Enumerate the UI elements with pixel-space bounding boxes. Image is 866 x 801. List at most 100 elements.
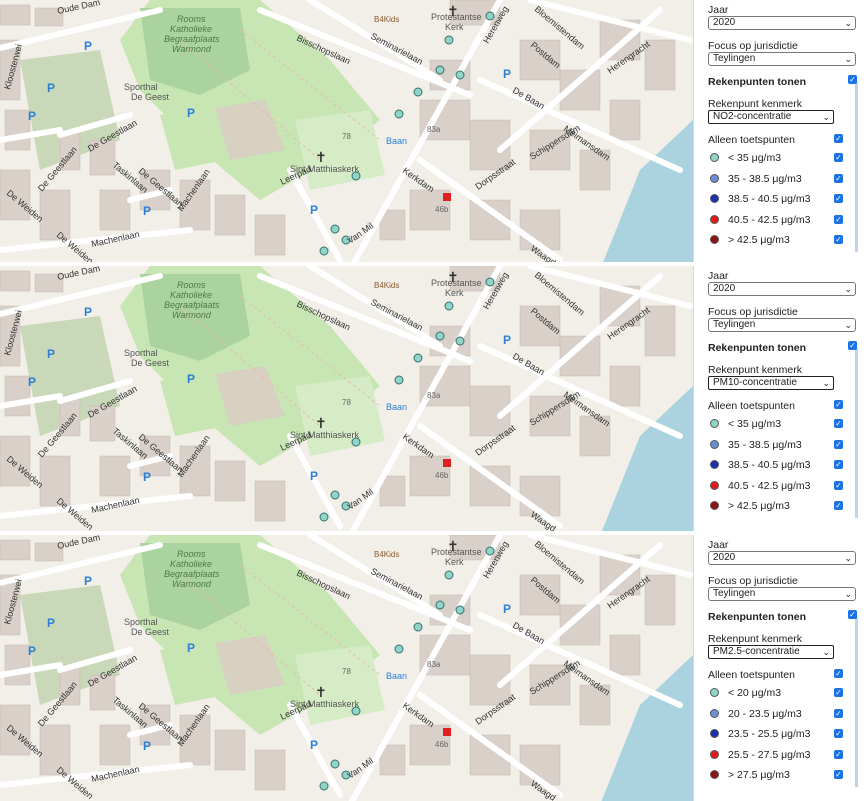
legend-checkbox-2[interactable]: ✓	[834, 708, 843, 718]
legend-swatch-4	[710, 214, 719, 224]
map-label-begraafplaats: Begraafplaats	[164, 34, 220, 44]
pharmacy-icon	[443, 193, 451, 201]
chevron-down-icon: ⌄	[844, 320, 852, 330]
map-view[interactable]: PPP PPP P ✝ ✝ Oude Dam Rooms Katholieke B…	[0, 0, 693, 262]
chevron-down-icon: ⌄	[844, 284, 852, 294]
map-label-num-46b: 46b	[435, 205, 449, 214]
map-view[interactable]: PPP PPP P ✝ ✝ Oude Dam Rooms Katholieke B…	[0, 266, 693, 531]
svg-text:P: P	[28, 375, 36, 389]
settings-panel: Jaar 2020 ⌄ Focus op jurisdictie Teylinge…	[693, 0, 866, 262]
legend-checkbox-3[interactable]: ✓	[834, 460, 843, 469]
map-label-warmond: Warmond	[172, 44, 212, 54]
map-label-warmond: Warmond	[172, 579, 212, 589]
legend-checkbox-5[interactable]: ✓	[834, 235, 843, 244]
scroll-indicator	[855, 82, 858, 252]
kenmerk-select[interactable]: NO2-concentratie ⌄	[708, 110, 834, 124]
focus-select[interactable]: Teylingen ⌄	[708, 318, 856, 332]
svg-text:P: P	[503, 67, 511, 81]
kenmerk-select[interactable]: PM10-concentratie ⌄	[708, 376, 834, 390]
map-label-katholieke: Katholieke	[170, 24, 212, 34]
svg-text:P: P	[84, 574, 92, 588]
legend-swatch-5	[710, 235, 719, 244]
legend-checkbox-4[interactable]: ✓	[834, 749, 843, 759]
jaar-select[interactable]: 2020 ⌄	[708, 551, 856, 565]
legend-checkbox-5[interactable]: ✓	[834, 501, 843, 510]
screen-panel-3: PPP PPP P ✝ ✝ Oude Dam Rooms Katholieke B…	[0, 535, 866, 801]
toetspunten-checkbox[interactable]: ✓	[834, 134, 843, 143]
legend-checkbox-4[interactable]: ✓	[834, 214, 843, 224]
chevron-down-icon: ⌄	[822, 112, 830, 122]
map-label-num-83a: 83a	[427, 660, 441, 669]
legend-checkbox-5[interactable]: ✓	[834, 770, 843, 779]
legend-swatch-3	[710, 460, 719, 469]
map-label-warmond: Warmond	[172, 310, 212, 320]
legend-swatch-3	[710, 729, 719, 738]
map-view[interactable]: PPP PPP P ✝ ✝ Oude Dam Rooms Katholieke B…	[0, 535, 693, 801]
svg-text:P: P	[143, 739, 151, 753]
legend-swatch-2	[710, 439, 719, 449]
map-label-katholieke: Katholieke	[170, 559, 212, 569]
screen-panel-2: PPP PPP P ✝ ✝ Oude Dam Rooms Katholieke B…	[0, 266, 866, 531]
legend-checkbox-1[interactable]: ✓	[834, 419, 843, 428]
map-label-baan: Baan	[386, 402, 407, 412]
toetspunten-label: Alleen toetspunten	[708, 669, 795, 681]
toetspunten-checkbox[interactable]: ✓	[834, 669, 843, 678]
legend-swatch-5	[710, 770, 719, 779]
map-label-protestantse: Protestantse	[431, 547, 482, 557]
map-label-de-geest: De Geest	[131, 92, 170, 102]
rekenpunten-checkbox[interactable]: ✓	[848, 341, 857, 350]
map-canvas[interactable]: PPP P PP P ✝✝ Oude Dam Rooms Katholieke B…	[0, 0, 693, 262]
svg-text:P: P	[84, 39, 92, 53]
legend-swatch-2	[710, 708, 719, 718]
scroll-indicator	[855, 617, 858, 787]
legend-label-1: < 35 μg/m3	[728, 418, 782, 430]
toetspunten-label: Alleen toetspunten	[708, 400, 795, 412]
map-label-de-geest: De Geest	[131, 627, 170, 637]
screen-panel-1: PPP PPP P ✝ ✝ Oude Dam Rooms Katholieke B…	[0, 0, 866, 262]
kenmerk-label: Rekenpunt kenmerk	[708, 364, 802, 376]
legend-checkbox-3[interactable]: ✓	[834, 729, 843, 738]
map-label-num-83a: 83a	[427, 391, 441, 400]
kenmerk-label: Rekenpunt kenmerk	[708, 633, 802, 645]
legend-swatch-5	[710, 501, 719, 510]
settings-panel: Jaar 2020 ⌄ Focus op jurisdictie Teylinge…	[693, 266, 866, 531]
legend-label-2: 35 - 38.5 μg/m3	[728, 438, 802, 451]
focus-select[interactable]: Teylingen ⌄	[708, 587, 856, 601]
legend-checkbox-2[interactable]: ✓	[834, 439, 843, 449]
legend-label-4: 40.5 - 42.5 μg/m3	[728, 479, 811, 492]
legend-checkbox-1[interactable]: ✓	[834, 153, 843, 162]
legend-label-5: > 42.5 μg/m3	[728, 234, 790, 246]
jaar-select[interactable]: 2020 ⌄	[708, 16, 856, 30]
legend-checkbox-2[interactable]: ✓	[834, 173, 843, 183]
map-label-rooms: Rooms	[177, 280, 206, 290]
map-label-sporthal: Sporthal	[124, 82, 158, 92]
rekenpunten-label: Rekenpunten tonen	[708, 611, 807, 623]
chevron-down-icon: ⌄	[844, 589, 852, 599]
rekenpunten-checkbox[interactable]: ✓	[848, 610, 857, 619]
rekenpunten-checkbox[interactable]: ✓	[848, 75, 857, 84]
legend-label-4: 40.5 - 42.5 μg/m3	[728, 213, 811, 226]
jaar-label: Jaar	[708, 270, 729, 282]
legend-checkbox-3[interactable]: ✓	[834, 194, 843, 203]
legend-swatch-3	[710, 194, 719, 203]
map-canvas[interactable]: PPP P PP P ✝✝ Oude Dam Rooms Katholieke B…	[0, 535, 693, 801]
legend-checkbox-4[interactable]: ✓	[834, 480, 843, 490]
chevron-down-icon: ⌄	[822, 647, 830, 657]
map-label-begraafplaats: Begraafplaats	[164, 569, 220, 579]
legend-label-4: 25.5 - 27.5 μg/m3	[728, 748, 811, 761]
map-label-num-78: 78	[342, 398, 351, 407]
map-label-baan: Baan	[386, 136, 407, 146]
map-label-b4kids: B4Kids	[374, 15, 399, 24]
chevron-down-icon: ⌄	[844, 18, 852, 28]
svg-text:P: P	[84, 305, 92, 319]
svg-text:P: P	[143, 204, 151, 218]
kenmerk-select[interactable]: PM2.5-concentratie ⌄	[708, 645, 834, 659]
map-canvas[interactable]: PPP P PP P ✝✝ Oude Dam Rooms Katholieke B…	[0, 266, 693, 531]
legend-swatch-4	[710, 749, 719, 759]
toetspunten-checkbox[interactable]: ✓	[834, 400, 843, 409]
svg-text:P: P	[28, 644, 36, 658]
focus-select[interactable]: Teylingen ⌄	[708, 52, 856, 66]
jaar-select[interactable]: 2020 ⌄	[708, 282, 856, 296]
legend-label-2: 35 - 38.5 μg/m3	[728, 172, 802, 185]
legend-checkbox-1[interactable]: ✓	[834, 688, 843, 697]
